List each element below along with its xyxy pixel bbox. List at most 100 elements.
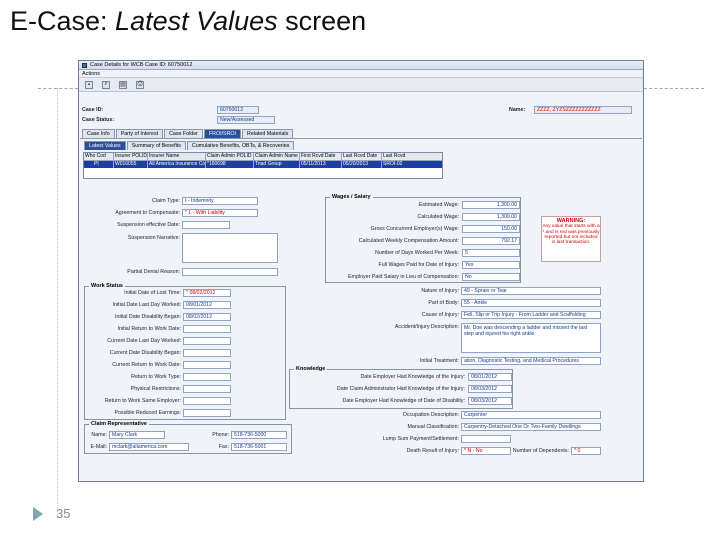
column-header[interactable]: Last Rcvd xyxy=(382,153,442,160)
case-details-window: Case Details for WCB Case ID: 60750012 A… xyxy=(78,60,644,482)
work-status-label: Return to Work Type: xyxy=(131,374,181,380)
tab-related-materials[interactable]: Related Materials xyxy=(242,129,294,138)
occupation-label: Occupation Description: xyxy=(402,412,459,418)
accident-description-label: Accident/Injury Description: xyxy=(394,324,459,330)
column-header[interactable]: Insurer POLID xyxy=(114,153,148,160)
manual-classification-label: Manual Classification: xyxy=(407,424,459,430)
rep-phone-label: Phone: xyxy=(212,432,229,438)
claim-admin-knowledge-field: 08/03/2012 xyxy=(468,385,512,393)
divider xyxy=(644,88,704,89)
claim-rep-title: Claim Representative xyxy=(89,421,149,427)
part-of-body-label: Part of Body: xyxy=(428,300,459,306)
window-titlebar: Case Details for WCB Case ID: 60750012 xyxy=(79,61,643,70)
table-cell: SROI-02 xyxy=(383,161,403,167)
suspension-date-label: Suspension effective Date: xyxy=(117,222,180,228)
nature-of-injury-label: Nature of Injury: xyxy=(421,288,459,294)
cause-of-injury-label: Cause of Injury: xyxy=(421,312,459,318)
work-status-field xyxy=(183,337,231,345)
search-icon[interactable]: ⌕ xyxy=(102,80,110,89)
tab-latest-values[interactable]: Latest Values xyxy=(84,141,126,150)
filings-table: Who Cod Insurer POLID Insurer Name Claim… xyxy=(83,152,443,179)
divider xyxy=(57,88,58,508)
agreement-field: * L - With Liability xyxy=(182,209,258,217)
divider xyxy=(38,88,78,89)
wages-title: Wages / Salary xyxy=(330,194,373,200)
work-status-field xyxy=(183,373,231,381)
table-cell: *160698 xyxy=(206,161,254,168)
death-result-label: Death Result of Injury: xyxy=(406,448,459,454)
table-cell: 05/11/2013 xyxy=(300,161,342,168)
weekly-comp-label: Calculated Weekly Compensation Amount: xyxy=(358,238,459,244)
work-status-label: Current Return to Work Date: xyxy=(112,362,181,368)
accident-description-field: Mr. Doe was descending a ladder and miss… xyxy=(461,323,601,353)
slide-arrow-icon xyxy=(33,507,43,521)
nature-of-injury-field: 49 - Sprain or Tear xyxy=(461,287,601,295)
tab-summary-of-benefits[interactable]: Summary of Benefits xyxy=(126,141,186,150)
rep-fax-label: Fax: xyxy=(218,444,229,450)
claim-type-label: Claim Type: xyxy=(152,198,180,204)
rep-phone-field: 518-736-5000 xyxy=(231,431,287,439)
employer-knowledge-field: 08/01/2012 xyxy=(468,373,512,381)
table-cell: Triad Group xyxy=(254,161,300,168)
work-status-label: Initial Date Last Day Worked: xyxy=(112,302,182,308)
calculated-wage-field: 1,300.00 xyxy=(462,213,520,221)
rep-email-field: mclark@allamerica.com xyxy=(109,443,189,451)
table-empty-area xyxy=(84,168,442,178)
tab-froi-sroi[interactable]: FROI/SROI xyxy=(203,129,242,138)
tab-cumulative-benefits[interactable]: Cumulative Benefits, OBTs, & Recoveries xyxy=(186,141,295,150)
claim-admin-knowledge-label: Date Claim Administrator Had Knowledge o… xyxy=(336,386,465,392)
work-status-label: Initial Date of Lost Time: xyxy=(124,290,181,296)
rep-name-label: Name: xyxy=(91,432,107,438)
work-status-field xyxy=(183,385,231,393)
initial-treatment-label: Initial Treatment: xyxy=(419,358,459,364)
table-cell: All America Insurance Co xyxy=(149,161,206,168)
work-status-field xyxy=(183,397,231,405)
suspension-narrative-field xyxy=(182,233,278,263)
tab-divider xyxy=(80,138,642,139)
tab-case-folder[interactable]: Case Folder xyxy=(164,129,203,138)
table-cell: 05/20/2013 xyxy=(342,161,382,168)
app-icon xyxy=(82,62,87,68)
work-status-field xyxy=(183,325,231,333)
days-worked-label: Number of Days Worked Per Week: xyxy=(375,250,459,256)
column-header[interactable]: Last Rcvd Date xyxy=(342,153,382,160)
work-status-field xyxy=(183,349,231,357)
main-tabs: Case Info Party of Interest Case Folder … xyxy=(82,129,294,138)
column-header[interactable]: First Rcvd Date xyxy=(300,153,342,160)
rep-name-field: Mary Clark xyxy=(109,431,165,439)
menu-actions[interactable]: Actions xyxy=(82,71,100,77)
document-icon[interactable]: ▤ xyxy=(119,80,127,89)
tab-case-info[interactable]: Case Info xyxy=(82,129,115,138)
column-header[interactable]: Who Cod xyxy=(84,153,114,160)
claim-type-field: I - Indemnity xyxy=(182,197,258,205)
column-header[interactable]: Claim Admin POLID xyxy=(206,153,254,160)
gross-concurrent-wage-label: Gross Concurrent Employer(s) Wage: xyxy=(370,226,459,232)
page-number: 35 xyxy=(56,506,71,521)
tab-party-of-interest[interactable]: Party of Interest xyxy=(115,129,164,138)
warning-box: WARNING: Any value that starts with a * … xyxy=(541,216,601,262)
column-header[interactable]: Claim Admin Name xyxy=(254,153,300,160)
partial-denial-label: Partial Denial Reason: xyxy=(127,269,180,275)
dependents-label: Number of Dependents: xyxy=(512,448,569,454)
estimated-wage-label: Estimated Wage: xyxy=(418,202,459,208)
disability-knowledge-field: 08/03/2012 xyxy=(468,397,512,405)
case-id-field: 60750012 xyxy=(217,106,259,114)
work-status-field: 08/01/2012 xyxy=(183,301,231,309)
suspension-narrative-label: Suspension Narrative: xyxy=(127,235,180,241)
full-wages-paid-field: Yes xyxy=(462,261,520,269)
work-status-title: Work Status xyxy=(89,283,125,289)
cause-of-injury-field: Fell, Slip or Trip Injury - From Ladder … xyxy=(461,311,601,319)
work-status-field: 08/02/2012 xyxy=(183,313,231,321)
suspension-date-field xyxy=(182,221,230,229)
table-row[interactable]: PI W016055 All America Insurance Co *160… xyxy=(84,161,442,168)
knowledge-title: Knowledge xyxy=(294,366,328,372)
work-status-label: Current Date Last Day Worked: xyxy=(107,338,181,344)
column-header[interactable]: Insurer Name xyxy=(148,153,206,160)
work-status-label: Physical Restrictions: xyxy=(130,386,181,392)
table-cell: PI xyxy=(84,161,114,168)
employer-paid-salary-field: No xyxy=(462,273,520,281)
work-status-label: Possible Reduced Earnings: xyxy=(114,410,181,416)
print-icon[interactable]: ⎙ xyxy=(136,80,144,89)
save-icon[interactable]: ▪ xyxy=(85,80,93,89)
lump-sum-field xyxy=(461,435,511,443)
